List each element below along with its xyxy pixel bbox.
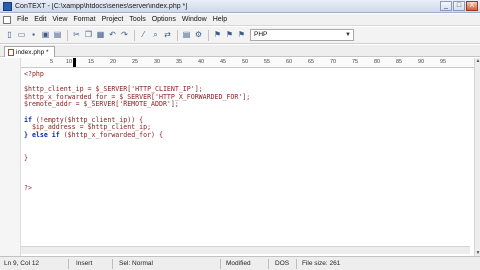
title-bar: ConTEXT - [C:\xampp\htdocs\series\server… xyxy=(0,0,480,13)
code-lines: <?php $http_client_ip = $_SERVER['HTTP_C… xyxy=(24,70,250,193)
status-divider xyxy=(220,259,221,269)
new-file-icon[interactable]: ▯ xyxy=(4,30,15,41)
code-keyword: } else if xyxy=(24,130,60,139)
menu-file[interactable]: File xyxy=(14,16,31,23)
ruler-label: 70 xyxy=(330,59,337,65)
status-selection: Sel: Normal xyxy=(119,260,153,267)
ruler-label: 25 xyxy=(132,59,139,65)
status-modified: Modified xyxy=(226,260,251,267)
redo-icon[interactable]: ↷ xyxy=(119,30,130,41)
ruler-label: 65 xyxy=(308,59,315,65)
ruler-label: 30 xyxy=(154,59,161,65)
user-exec-2-icon[interactable]: ⚑ xyxy=(224,30,235,41)
scroll-up-icon[interactable]: ▲ xyxy=(475,58,480,64)
status-format: DOS xyxy=(275,260,290,267)
php-file-icon xyxy=(8,48,14,56)
ruler-label: 35 xyxy=(176,59,183,65)
open-icon[interactable]: ▭ xyxy=(16,30,27,41)
ruler-label: 40 xyxy=(198,59,205,65)
menu-help[interactable]: Help xyxy=(210,16,230,23)
code-line: } xyxy=(24,153,28,162)
menu-tools[interactable]: Tools xyxy=(126,16,148,23)
code-line: ?> xyxy=(24,183,32,192)
syntax-selected-value: PHP xyxy=(254,31,268,38)
menu-format[interactable]: Format xyxy=(70,16,98,23)
ruler-label: 95 xyxy=(440,59,447,65)
line-number-gutter xyxy=(0,58,21,256)
ruler-cursor-marker xyxy=(73,58,76,67)
status-divider xyxy=(112,259,113,269)
status-bar: Ln 9, Col 12 Insert Sel: Normal Modified… xyxy=(0,256,480,270)
ruler-label: 50 xyxy=(242,59,249,65)
toolbar-separator xyxy=(134,29,135,41)
status-mode: Insert xyxy=(76,260,93,267)
toolbar-separator xyxy=(208,29,209,41)
document-menu-icon[interactable] xyxy=(3,15,11,24)
horizontal-scrollbar[interactable] xyxy=(21,246,470,254)
ruler-label: 80 xyxy=(374,59,381,65)
status-divider xyxy=(68,259,69,269)
code-editor[interactable]: <?php $http_client_ip = $_SERVER['HTTP_C… xyxy=(21,69,476,256)
ruler-label: 75 xyxy=(352,59,359,65)
menu-window[interactable]: Window xyxy=(179,16,210,23)
print-icon[interactable]: ▤ xyxy=(52,30,63,41)
menu-bar: File Edit View Format Project Tools Opti… xyxy=(0,14,480,26)
tab-label: index.php * xyxy=(16,48,49,56)
tools-icon[interactable]: ⚙ xyxy=(193,30,204,41)
tab-strip: index.php * xyxy=(0,45,480,57)
user-exec-3-icon[interactable]: ⚑ xyxy=(236,30,247,41)
app-icon xyxy=(3,1,12,11)
ruler-label: 20 xyxy=(110,59,117,65)
find-icon[interactable]: ⌕ xyxy=(150,30,161,41)
ruler-label: 10 xyxy=(66,59,73,65)
window-controls: _ □ X xyxy=(440,1,478,11)
cut-icon[interactable]: ✂ xyxy=(71,30,82,41)
replace-icon[interactable]: ⇄ xyxy=(162,30,173,41)
status-divider xyxy=(296,259,297,269)
menu-edit[interactable]: Edit xyxy=(31,16,49,23)
minimize-button[interactable]: _ xyxy=(440,1,452,11)
ruler-label: 55 xyxy=(264,59,271,65)
code-line: } else if ($http_x_forwarded_for) { xyxy=(24,130,163,139)
toolbar-separator xyxy=(177,29,178,41)
export-icon[interactable]: ▤ xyxy=(181,30,192,41)
maximize-button[interactable]: □ xyxy=(453,1,465,11)
chevron-down-icon: ▼ xyxy=(345,32,351,38)
toolbar-separator xyxy=(67,29,68,41)
menu-view[interactable]: View xyxy=(49,16,70,23)
close-button[interactable]: X xyxy=(466,1,478,11)
ruler-label: 85 xyxy=(396,59,403,65)
status-position: Ln 9, Col 12 xyxy=(4,260,40,267)
vertical-scrollbar[interactable]: ▲ ▼ xyxy=(474,58,480,256)
code-line: $remote_addr = $_SERVER['REMOTE_ADDR']; xyxy=(24,100,179,109)
ruler-label: 5 xyxy=(50,59,54,65)
column-ruler: 5 10 15 20 25 30 35 40 45 50 55 60 65 70… xyxy=(21,58,476,68)
window-title: ConTEXT - [C:\xampp\htdocs\series\server… xyxy=(15,2,188,10)
syntax-highlighter-select[interactable]: PHP ▼ xyxy=(250,29,354,41)
ruler-label: 15 xyxy=(88,59,95,65)
wrap-icon[interactable]: ⁄ xyxy=(138,30,149,41)
copy-icon[interactable]: ❐ xyxy=(83,30,94,41)
paste-icon[interactable]: ▦ xyxy=(95,30,106,41)
status-file-size: File size: 261 xyxy=(302,260,341,267)
ruler-label: 60 xyxy=(286,59,293,65)
save-icon[interactable]: ▪ xyxy=(28,30,39,41)
code-line: <?php xyxy=(24,70,44,78)
ruler-label: 45 xyxy=(220,59,227,65)
toolbar: ▯ ▭ ▪ ▣ ▤ ✂ ❐ ▦ ↶ ↷ ⁄ ⌕ ⇄ ▤ ⚙ ⚑ ⚑ ⚑ PHP … xyxy=(0,27,480,44)
status-divider xyxy=(268,259,269,269)
tab-index-php[interactable]: index.php * xyxy=(4,46,55,57)
menu-project[interactable]: Project xyxy=(99,16,127,23)
ruler-label: 90 xyxy=(418,59,425,65)
undo-icon[interactable]: ↶ xyxy=(107,30,118,41)
save-all-icon[interactable]: ▣ xyxy=(40,30,51,41)
user-exec-1-icon[interactable]: ⚑ xyxy=(212,30,223,41)
menu-options[interactable]: Options xyxy=(149,16,179,23)
